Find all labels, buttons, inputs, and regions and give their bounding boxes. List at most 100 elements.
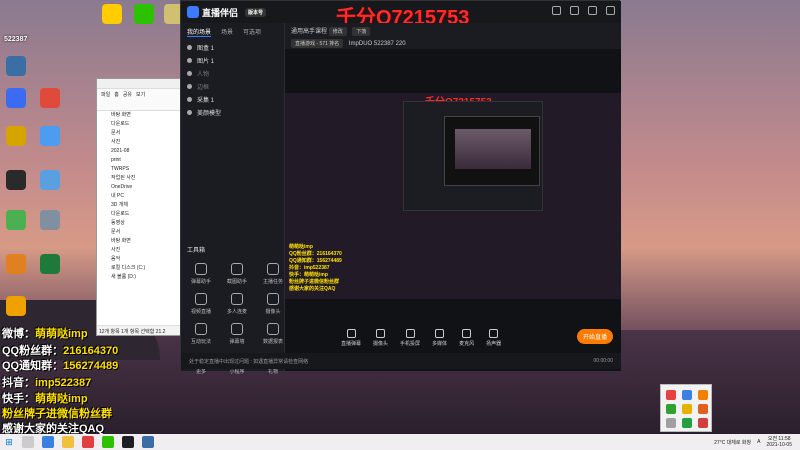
control-label: 直播弹幕 <box>341 341 362 347</box>
desktop-icon[interactable] <box>2 170 30 192</box>
desktop-icon[interactable] <box>2 56 30 78</box>
nav-tree-item[interactable]: 3D 개체 <box>97 201 187 210</box>
wechat-icon[interactable] <box>102 436 114 448</box>
toolbox-item[interactable]: 视频直播 <box>185 293 217 315</box>
visibility-eye-icon[interactable] <box>187 71 192 76</box>
ribbon-tab[interactable]: 홈 <box>114 91 119 108</box>
explorer-titlebar[interactable] <box>97 79 187 89</box>
desktop-icon[interactable] <box>2 296 30 318</box>
settings-icon[interactable] <box>588 6 597 15</box>
visibility-eye-icon[interactable] <box>187 45 192 50</box>
desktop-icon[interactable] <box>98 4 126 26</box>
live-app-icon[interactable] <box>122 436 134 448</box>
desktop-icon[interactable] <box>2 126 30 148</box>
edit-button[interactable]: 修改 <box>328 27 347 36</box>
toolbox-item[interactable]: 弹幕墙 <box>221 323 253 345</box>
language-indicator[interactable]: A <box>757 439 760 445</box>
stream-control-button[interactable]: 麦克风 <box>459 329 474 347</box>
nav-tree-item[interactable]: 문서 <box>97 129 187 138</box>
stream-control-button[interactable]: 直播弹幕 <box>341 329 361 347</box>
go-live-button[interactable]: 开始直播 <box>576 329 613 344</box>
nav-tree-item[interactable]: 동영상 <box>97 219 187 228</box>
category-dropdown[interactable]: 下落 <box>352 27 371 36</box>
gift-icon[interactable] <box>552 6 561 15</box>
tray-app-icon[interactable] <box>666 418 676 428</box>
tray-app-icon[interactable] <box>666 390 676 400</box>
weather-text[interactable]: 27°C 대체로 화창 <box>714 439 751 446</box>
desktop-icon[interactable] <box>36 88 64 110</box>
nav-tree-item[interactable]: 문서 <box>97 228 187 237</box>
desktop-icon[interactable] <box>2 254 30 276</box>
scene-item[interactable]: 人物 <box>181 67 284 80</box>
scene-tab[interactable]: 我的场景 <box>187 27 212 37</box>
nav-tree-item[interactable]: 사진 <box>97 246 187 255</box>
nav-tree-item[interactable]: OneDrive <box>97 183 187 192</box>
scene-item[interactable]: 图盒 1 <box>181 41 284 54</box>
desktop-icon[interactable] <box>2 88 30 110</box>
nav-tree-item[interactable]: print <box>97 156 187 165</box>
tray-app-icon[interactable] <box>698 390 708 400</box>
control-icon <box>376 329 386 338</box>
stream-control-button[interactable]: 多媒体 <box>432 329 447 347</box>
grid-icon[interactable] <box>570 6 579 15</box>
nav-tree-item[interactable]: 2021-08 <box>97 147 187 156</box>
start-button[interactable]: ⊞ <box>0 437 18 448</box>
desktop-icon[interactable] <box>2 210 30 232</box>
ribbon-tab[interactable]: 파일 <box>101 91 110 108</box>
nav-tree-item[interactable]: 새 볼륨 (D:) <box>97 273 187 282</box>
visibility-eye-icon[interactable] <box>187 110 192 115</box>
scene-item[interactable]: 美颜模型 <box>181 106 284 119</box>
nav-tree-item[interactable]: 바탕 화면 <box>97 111 187 120</box>
chrome-icon[interactable] <box>82 436 94 448</box>
scene-item[interactable]: 采集 1 <box>181 93 284 106</box>
stream-preview[interactable]: 千分Q7215753 萌萌哒impQQ粉丝群：216164370QQ通知群：15… <box>285 93 621 299</box>
desktop-icon[interactable] <box>36 254 64 276</box>
scene-tab[interactable]: 场景 <box>221 27 233 37</box>
nav-tree-item[interactable]: 로컬 디스크 (C:) <box>97 264 187 273</box>
folder-icon[interactable] <box>62 436 74 448</box>
streamer-counter: 522387 <box>4 36 28 43</box>
tray-app-icon[interactable] <box>682 418 692 428</box>
tray-app-icon[interactable] <box>682 404 692 414</box>
desktop-icon[interactable] <box>36 210 64 232</box>
control-label: 摄像头 <box>373 341 389 347</box>
nav-tree-item[interactable]: 다운로드 <box>97 120 187 129</box>
desktop-icon[interactable] <box>36 126 64 148</box>
toolbox-item[interactable]: 互动玩法 <box>185 323 217 345</box>
scene-item[interactable]: 图片 1 <box>181 54 284 67</box>
toolbox-item[interactable]: 弹幕助手 <box>185 263 217 285</box>
desktop-icon[interactable] <box>130 4 158 26</box>
ribbon-tab[interactable]: 보기 <box>136 91 145 108</box>
ribbon-tab[interactable]: 공유 <box>123 91 132 108</box>
nav-tree-item[interactable]: TWRPS <box>97 165 187 174</box>
stream-control-button[interactable]: 摄像头 <box>373 329 388 347</box>
edge-icon[interactable] <box>42 436 54 448</box>
visibility-eye-icon[interactable] <box>187 84 192 89</box>
nav-tree-item[interactable]: 사진 <box>97 138 187 147</box>
desktop-icon[interactable] <box>36 170 64 192</box>
app-shortcut-icon <box>40 210 60 230</box>
nav-tree-item[interactable]: 음악 <box>97 255 187 264</box>
search-icon[interactable] <box>22 436 34 448</box>
nav-tree-item[interactable]: 작업된 사진 <box>97 174 187 183</box>
visibility-eye-icon[interactable] <box>187 97 192 102</box>
qq-icon[interactable] <box>142 436 154 448</box>
visibility-eye-icon[interactable] <box>187 58 192 63</box>
tray-app-icon[interactable] <box>666 404 676 414</box>
toolbox-item[interactable]: 截图助手 <box>221 263 253 285</box>
share-icon[interactable] <box>606 6 615 15</box>
nav-tree-item[interactable]: 바탕 화면 <box>97 237 187 246</box>
nav-tree-item[interactable]: 다운로드 <box>97 210 187 219</box>
nav-tree-item[interactable]: 내 PC <box>97 192 187 201</box>
clock[interactable]: 오전 11:58 2021-10-05 <box>766 436 792 448</box>
stream-control-button[interactable]: 手机投屏 <box>400 329 420 347</box>
toolbox-item[interactable]: 多人连麦 <box>221 293 253 315</box>
scene-tab[interactable]: 可选项 <box>243 27 261 37</box>
scene-item[interactable]: 边框 <box>181 80 284 93</box>
app-status-bar: 处于稳定直播中出现过问题 : 如遇直播异常请检查网络 00:00:00 <box>181 353 621 369</box>
stream-control-button[interactable]: 扬声器 <box>486 329 501 347</box>
tray-app-icon[interactable] <box>682 390 692 400</box>
tray-app-icon[interactable] <box>698 404 708 414</box>
file-explorer-window[interactable]: 파일 홈 공유 보기 바탕 화면 다운로드 문서 사진 2021-08 print TWRPS 작업… <box>96 78 188 336</box>
tray-app-icon[interactable] <box>698 418 708 428</box>
